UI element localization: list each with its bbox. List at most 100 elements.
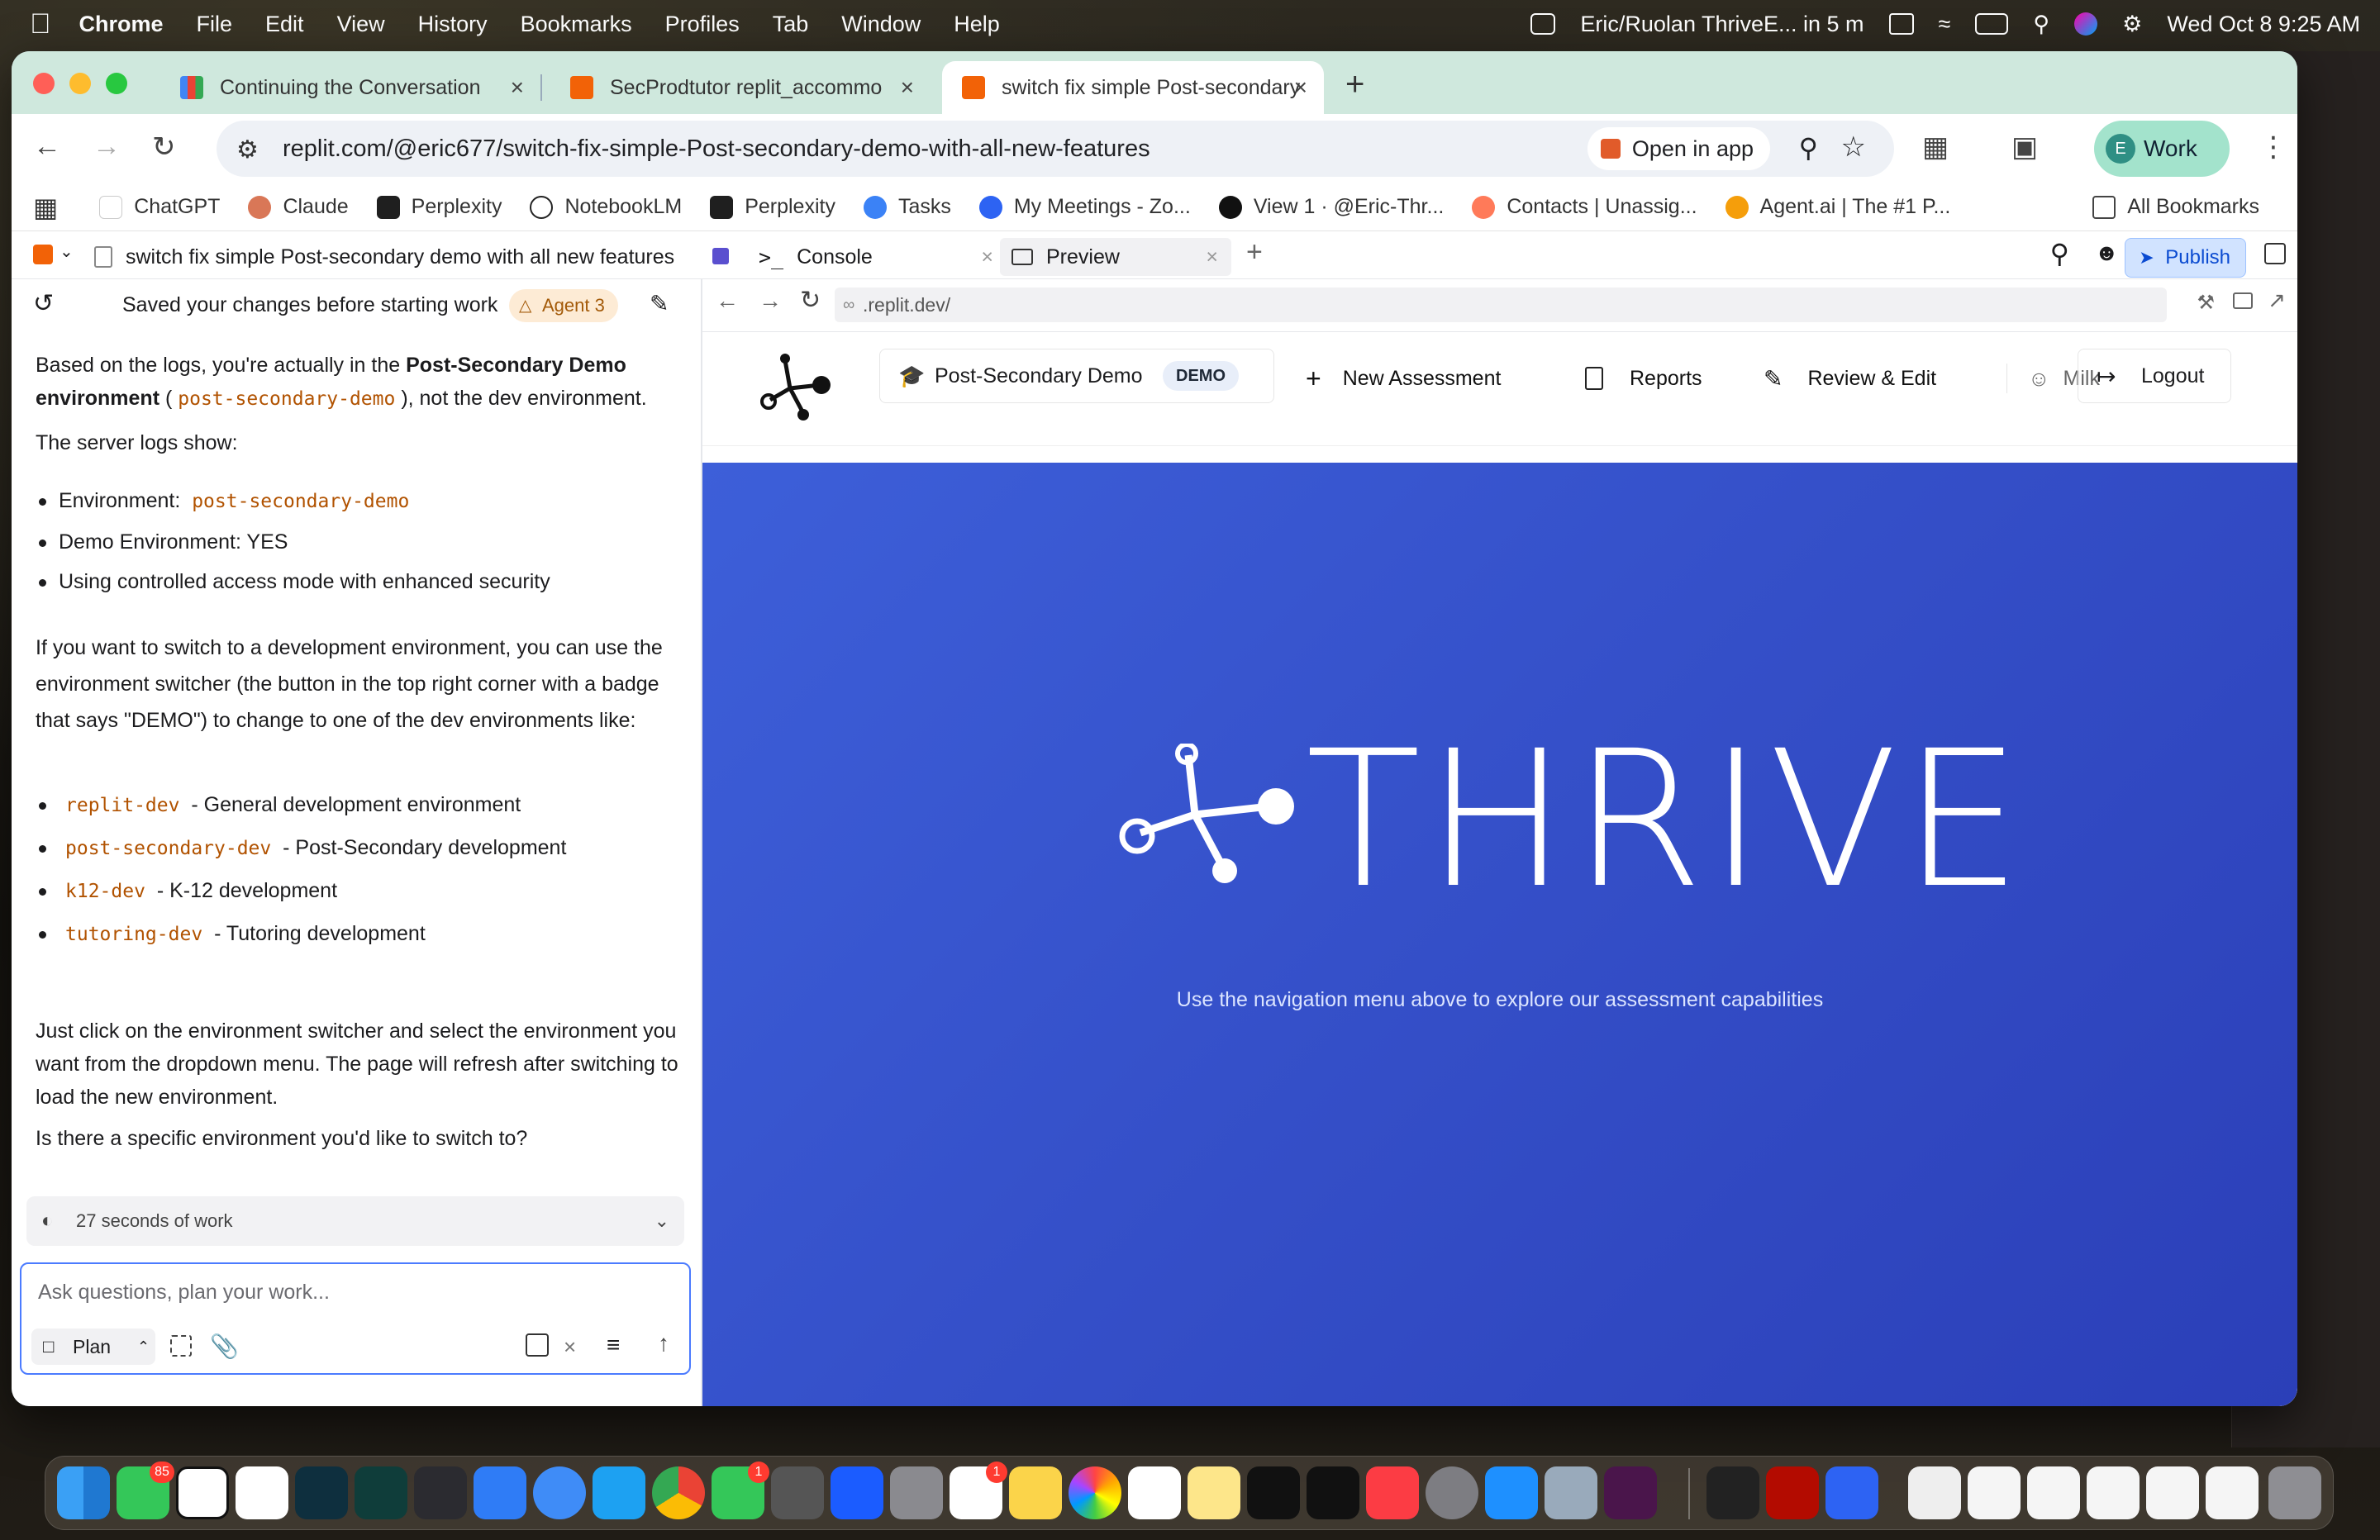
url-text[interactable]: replit.com/@eric677/switch-fix-simple-Po… <box>283 135 1150 163</box>
menu-profiles[interactable]: Profiles <box>665 12 740 37</box>
mail-icon[interactable] <box>474 1466 526 1519</box>
photos-icon[interactable] <box>1069 1466 1121 1519</box>
menu-bookmarks[interactable]: Bookmarks <box>521 12 632 37</box>
tab-console[interactable]: >_ Console × <box>759 238 998 276</box>
history-icon[interactable]: ↺ <box>33 288 54 321</box>
address-bar[interactable]: ⚙ replit.com/@eric677/switch-fix-simple-… <box>217 121 1894 177</box>
arc-icon[interactable] <box>295 1466 348 1519</box>
environment-switcher[interactable]: 🎓 Post-Secondary Demo DEMO <box>879 349 1274 403</box>
bookmark-github[interactable]: View 1 · @Eric-Thr... <box>1218 195 1444 219</box>
automator-icon[interactable] <box>771 1466 824 1519</box>
document-thumbnail-icon[interactable] <box>2027 1466 2080 1519</box>
menu-window[interactable]: Window <box>841 12 921 37</box>
launchpad-icon[interactable] <box>414 1466 467 1519</box>
wifi-icon[interactable]: ≈ <box>1939 12 1951 37</box>
nav-new-assessment[interactable]: + New Assessment <box>1306 352 1501 405</box>
finder-icon[interactable] <box>57 1466 110 1519</box>
add-tab-icon[interactable]: + <box>1246 236 1263 269</box>
safari-icon[interactable] <box>533 1466 586 1519</box>
search-icon[interactable]: ⚲ <box>2050 238 2069 269</box>
chat-input-placeholder[interactable]: Ask questions, plan your work... <box>38 1276 330 1309</box>
new-chat-icon[interactable]: ✎ <box>650 288 669 321</box>
bookmark-agent-ai[interactable]: Agent.ai | The #1 P... <box>1725 195 1950 219</box>
otter-icon[interactable] <box>831 1466 883 1519</box>
devices-icon[interactable] <box>2233 292 2253 309</box>
contacts-icon[interactable] <box>890 1466 943 1519</box>
bookmark-perplexity[interactable]: Perplexity <box>376 195 502 219</box>
forward-icon[interactable]: → <box>93 131 121 163</box>
bookmark-claude[interactable]: Claude <box>248 195 349 219</box>
chat-input[interactable]: Ask questions, plan your work... □ Plan … <box>20 1262 691 1375</box>
work-summary-toggle[interactable]: ◐ 27 seconds of work ⌄ <box>26 1196 684 1246</box>
logout-button[interactable]: ↦ Logout <box>2078 349 2231 403</box>
replit-logo-icon[interactable] <box>33 245 53 264</box>
control-center-icon[interactable]: ⚙ <box>2122 12 2142 37</box>
bookmark-perplexity-2[interactable]: Perplexity <box>710 195 835 219</box>
chevron-down-icon[interactable]: ⌄ <box>60 241 74 262</box>
calendar-event[interactable]: Eric/Ruolan ThriveE... in 5 m <box>1580 12 1864 37</box>
calendar-icon[interactable] <box>236 1466 288 1519</box>
close-tab-icon[interactable]: × <box>981 245 993 269</box>
bookmark-notebooklm[interactable]: NotebookLM <box>530 195 682 219</box>
list-icon[interactable] <box>1530 13 1556 35</box>
zoom-icon[interactable] <box>1825 1466 1878 1519</box>
slack-icon[interactable] <box>1604 1466 1657 1519</box>
preview-address-bar[interactable]: ∞ .replit.dev/ <box>835 288 2167 322</box>
notion-icon[interactable] <box>1888 13 1914 35</box>
menu-view[interactable]: View <box>337 12 385 37</box>
all-bookmarks[interactable]: All Bookmarks <box>2092 195 2259 219</box>
close-tab-icon[interactable]: × <box>1206 245 1218 269</box>
menu-chrome[interactable]: Chrome <box>79 12 164 37</box>
invite-user-icon[interactable]: ☻ <box>2095 240 2119 266</box>
document-thumbnail-icon[interactable] <box>1968 1466 2021 1519</box>
siri-icon[interactable] <box>2074 12 2098 36</box>
close-tab-icon[interactable]: × <box>901 74 914 101</box>
back-icon[interactable]: ← <box>33 131 61 163</box>
window-icon[interactable] <box>1706 1466 1759 1519</box>
tab-search-icon[interactable]: ▣ <box>2011 131 2038 164</box>
nav-reports[interactable]: Reports <box>1585 352 1702 405</box>
close-window-button[interactable] <box>33 73 55 94</box>
menu-edit[interactable]: Edit <box>265 12 304 37</box>
menu-history[interactable]: History <box>418 12 488 37</box>
send-arrow-icon[interactable]: ↑ <box>658 1327 669 1360</box>
remove-chip-icon[interactable]: × <box>564 1330 576 1363</box>
apple-tv-icon[interactable] <box>1307 1466 1359 1519</box>
select-element-icon[interactable] <box>170 1335 192 1357</box>
minimize-window-button[interactable] <box>69 73 91 94</box>
bookmark-chatgpt[interactable]: ChatGPT <box>99 195 220 219</box>
facetime-icon[interactable]: 1 <box>712 1462 769 1519</box>
tab-preview[interactable]: Preview × <box>1000 238 1231 276</box>
agent-tab-icon[interactable] <box>712 248 729 264</box>
reload-icon[interactable]: ↻ <box>800 286 821 315</box>
chrome-icon[interactable] <box>652 1466 705 1519</box>
chatgpt-icon[interactable] <box>1128 1466 1181 1519</box>
notion-icon[interactable] <box>176 1466 229 1519</box>
apps-icon[interactable]: ▦ <box>33 192 58 223</box>
tab-switch-fix[interactable]: switch fix simple Post-secondary × <box>942 61 1324 114</box>
profile-button[interactable]: E Work <box>2094 121 2230 177</box>
plan-mode-button[interactable]: □ Plan ⌃ <box>31 1328 155 1365</box>
tab-gmail[interactable]: Continuing the Conversation × <box>160 61 540 114</box>
layout-toggle-icon[interactable] <box>2264 243 2286 264</box>
bookmark-zoom-meetings[interactable]: My Meetings - Zo... <box>978 195 1191 219</box>
system-settings-icon[interactable] <box>1426 1466 1478 1519</box>
attach-icon[interactable]: 📎 <box>210 1330 239 1363</box>
zoom-icon[interactable]: ⚲ <box>1799 132 1818 164</box>
open-in-app-button[interactable]: Open in app <box>1587 127 1770 170</box>
site-info-icon[interactable]: ⚙ <box>236 135 259 164</box>
thrive-logo-icon[interactable] <box>757 349 836 428</box>
document-thumbnail-icon[interactable] <box>2146 1466 2199 1519</box>
menu-help[interactable]: Help <box>954 12 1000 37</box>
preview-icon[interactable] <box>1545 1466 1597 1519</box>
music-icon[interactable] <box>1366 1466 1419 1519</box>
tab-agent-chat[interactable]: switch fix simple Post-secondary demo wi… <box>94 238 674 276</box>
document-thumbnail-icon[interactable] <box>2206 1466 2259 1519</box>
publish-button[interactable]: ➤ Publish <box>2125 238 2246 278</box>
perplexity-icon[interactable] <box>355 1466 407 1519</box>
back-icon[interactable]: ← <box>716 288 739 314</box>
bookmark-hubspot[interactable]: Contacts | Unassig... <box>1472 195 1697 219</box>
chip-icon[interactable] <box>526 1333 549 1357</box>
stickies-icon[interactable] <box>1188 1466 1240 1519</box>
battery-icon[interactable] <box>1975 13 2009 35</box>
